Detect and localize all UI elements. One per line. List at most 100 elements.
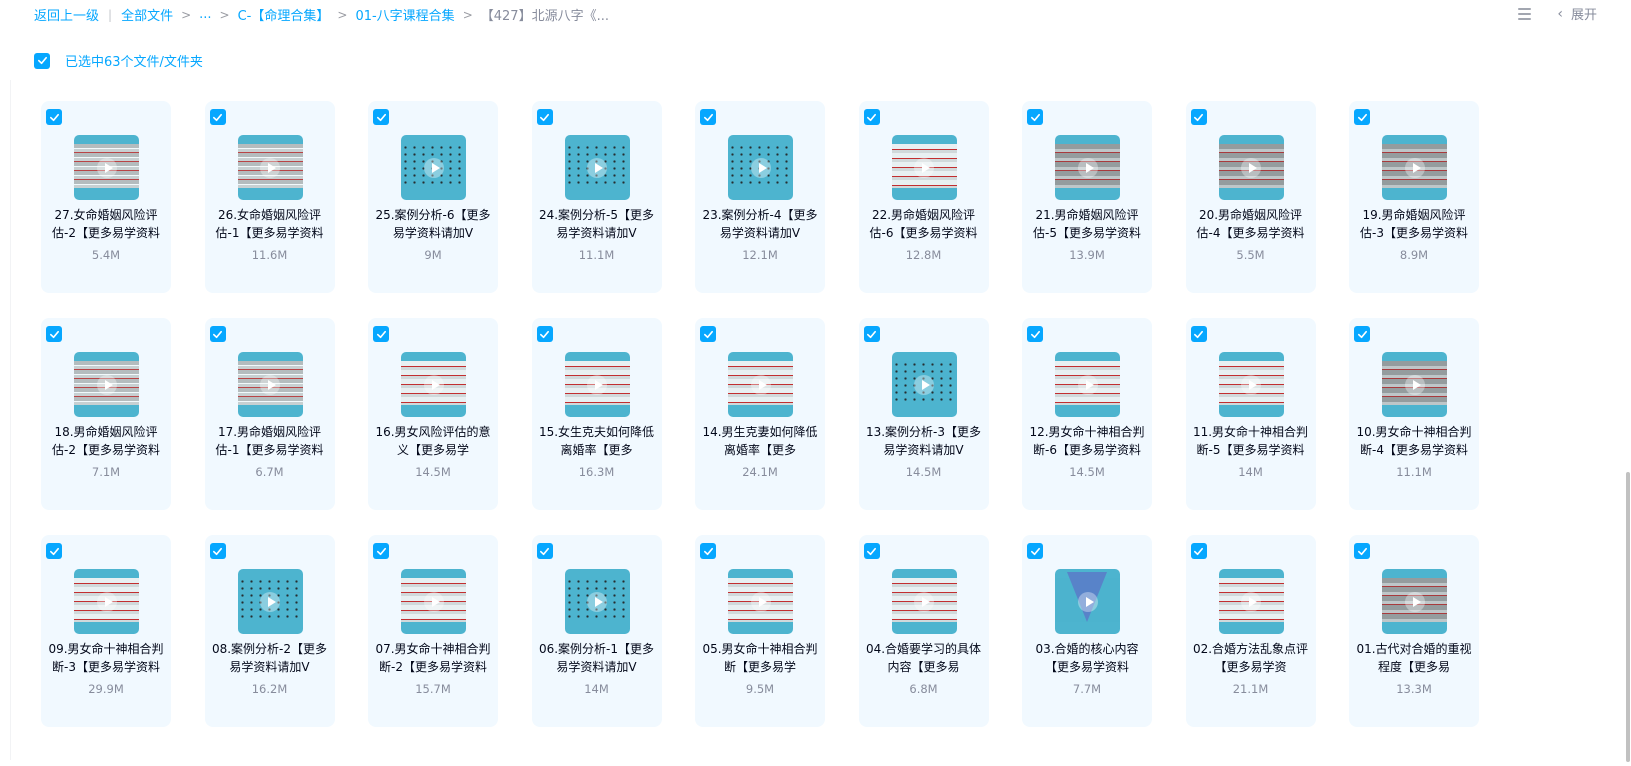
file-name[interactable]: 06.案例分析-1【更多易学资料请加V xyxy=(538,640,656,676)
file-card[interactable]: 25.案例分析-6【更多易学资料请加V 9M xyxy=(368,101,498,293)
video-thumbnail[interactable] xyxy=(564,569,630,634)
file-checkbox[interactable] xyxy=(209,543,226,559)
file-card[interactable]: 13.案例分析-3【更多易学资料请加V 14.5M xyxy=(858,318,989,510)
file-card[interactable]: 16.男女风险评估的意义【更多易学 14.5M xyxy=(368,318,498,510)
file-card[interactable]: 19.男命婚姻风险评估-3【更多易学资料请加V 8.9M xyxy=(1349,101,1479,293)
video-thumbnail[interactable] xyxy=(401,352,466,417)
file-card[interactable]: 07.男女命十神相合判断-2【更多易学资料 15.7M xyxy=(368,535,498,727)
back-link[interactable]: 返回上一级 xyxy=(34,5,99,24)
file-checkbox[interactable] xyxy=(1354,543,1370,559)
breadcrumb-all-files[interactable]: 全部文件 xyxy=(121,5,173,24)
file-card[interactable]: 21.男命婚姻风险评估-5【更多易学资料请加V 13.9M xyxy=(1022,101,1152,293)
file-name[interactable]: 17.男命婚姻风险评估-1【更多易学资料请加V xyxy=(211,423,329,459)
video-thumbnail[interactable] xyxy=(74,569,139,634)
file-name[interactable]: 16.男女风险评估的意义【更多易学 xyxy=(374,423,492,459)
scrollbar-thumb[interactable] xyxy=(1626,472,1630,762)
file-name[interactable]: 03.合婚的核心内容【更多易学资料 xyxy=(1028,640,1146,676)
video-thumbnail[interactable] xyxy=(728,569,793,634)
file-name[interactable]: 09.男女命十神相合判断-3【更多易学资料 xyxy=(47,640,165,676)
file-name[interactable]: 27.女命婚姻风险评估-2【更多易学资料请加V xyxy=(47,206,165,242)
video-thumbnail[interactable] xyxy=(1218,569,1284,634)
file-name[interactable]: 18.男命婚姻风险评估-2【更多易学资料请加V xyxy=(47,423,165,459)
file-name[interactable]: 02.合婚方法乱象点评【更多易学资 xyxy=(1192,640,1310,676)
file-card[interactable]: 18.男命婚姻风险评估-2【更多易学资料请加V 7.1M xyxy=(41,318,171,510)
file-checkbox[interactable] xyxy=(536,109,553,125)
file-name[interactable]: 19.男命婚姻风险评估-3【更多易学资料请加V xyxy=(1355,206,1473,242)
video-thumbnail[interactable] xyxy=(401,569,466,634)
file-name[interactable]: 15.女生克夫如何降低离婚率【更多 xyxy=(538,423,656,459)
file-name[interactable]: 01.古代对合婚的重视程度【更多易 xyxy=(1355,640,1473,676)
video-thumbnail[interactable] xyxy=(891,135,957,200)
file-card[interactable]: 10.男女命十神相合判断-4【更多易学资料 11.1M xyxy=(1349,318,1479,510)
file-card[interactable]: 04.合婚要学习的具体内容【更多易 6.8M xyxy=(858,535,989,727)
expand-button[interactable]: 展开 xyxy=(1571,4,1597,23)
file-card[interactable]: 11.男女命十神相合判断-5【更多易学资料 14M xyxy=(1185,318,1316,510)
file-card[interactable]: 02.合婚方法乱象点评【更多易学资 21.1M xyxy=(1185,535,1316,727)
file-card[interactable]: 14.男生克妻如何降低离婚率【更多 24.1M xyxy=(695,318,825,510)
file-name[interactable]: 07.男女命十神相合判断-2【更多易学资料 xyxy=(374,640,492,676)
video-thumbnail[interactable] xyxy=(891,352,957,417)
file-name[interactable]: 05.男女命十神相合判断【更多易学 xyxy=(701,640,819,676)
breadcrumb-ellipsis[interactable]: ... xyxy=(199,7,211,22)
chevron-left-icon[interactable]: ‹ xyxy=(1557,6,1563,22)
file-name[interactable]: 25.案例分析-6【更多易学资料请加V xyxy=(374,206,492,242)
file-checkbox[interactable] xyxy=(863,109,880,125)
file-name[interactable]: 12.男女命十神相合判断-6【更多易学资料 xyxy=(1028,423,1146,459)
file-name[interactable]: 23.案例分析-4【更多易学资料请加V xyxy=(701,206,819,242)
file-card[interactable]: 17.男命婚姻风险评估-1【更多易学资料请加V 6.7M xyxy=(204,318,335,510)
file-name[interactable]: 10.男女命十神相合判断-4【更多易学资料 xyxy=(1355,423,1473,459)
file-card[interactable]: 09.男女命十神相合判断-3【更多易学资料 29.9M xyxy=(41,535,171,727)
file-card[interactable]: 03.合婚的核心内容【更多易学资料 7.7M xyxy=(1022,535,1152,727)
breadcrumb-item-c[interactable]: C-【命理合集】 xyxy=(238,5,330,24)
file-name[interactable]: 04.合婚要学习的具体内容【更多易 xyxy=(865,640,983,676)
file-card[interactable]: 23.案例分析-4【更多易学资料请加V 12.1M xyxy=(695,101,825,293)
file-checkbox[interactable] xyxy=(46,109,62,125)
file-checkbox[interactable] xyxy=(1190,326,1207,342)
video-thumbnail[interactable] xyxy=(564,352,630,417)
video-thumbnail[interactable] xyxy=(401,135,466,200)
file-name[interactable]: 26.女命婚姻风险评估-1【更多易学资料请加V xyxy=(211,206,329,242)
video-thumbnail[interactable] xyxy=(1055,352,1120,417)
file-name[interactable]: 14.男生克妻如何降低离婚率【更多 xyxy=(701,423,819,459)
file-card[interactable]: 27.女命婚姻风险评估-2【更多易学资料请加V 5.4M xyxy=(41,101,171,293)
video-thumbnail[interactable] xyxy=(728,352,793,417)
file-checkbox[interactable] xyxy=(209,326,226,342)
scrollbar[interactable] xyxy=(1625,0,1631,766)
video-thumbnail[interactable] xyxy=(1218,135,1284,200)
file-name[interactable]: 13.案例分析-3【更多易学资料请加V xyxy=(865,423,983,459)
file-checkbox[interactable] xyxy=(209,109,226,125)
file-name[interactable]: 11.男女命十神相合判断-5【更多易学资料 xyxy=(1192,423,1310,459)
list-view-icon[interactable] xyxy=(1517,7,1533,21)
file-checkbox[interactable] xyxy=(1027,326,1043,342)
file-name[interactable]: 20.男命婚姻风险评估-4【更多易学资料请加V xyxy=(1192,206,1310,242)
file-checkbox[interactable] xyxy=(46,543,62,559)
file-name[interactable]: 22.男命婚姻风险评估-6【更多易学资料请加V xyxy=(865,206,983,242)
file-card[interactable]: 26.女命婚姻风险评估-1【更多易学资料请加V 11.6M xyxy=(204,101,335,293)
file-checkbox[interactable] xyxy=(536,326,553,342)
breadcrumb-item-bazi[interactable]: 01-八字课程合集 xyxy=(355,5,454,24)
file-checkbox[interactable] xyxy=(1354,109,1370,125)
video-thumbnail[interactable] xyxy=(1055,135,1120,200)
file-card[interactable]: 20.男命婚姻风险评估-4【更多易学资料请加V 5.5M xyxy=(1185,101,1316,293)
file-checkbox[interactable] xyxy=(1027,109,1043,125)
file-checkbox[interactable] xyxy=(373,326,389,342)
video-thumbnail[interactable] xyxy=(891,569,957,634)
file-checkbox[interactable] xyxy=(700,543,716,559)
file-checkbox[interactable] xyxy=(700,109,716,125)
file-checkbox[interactable] xyxy=(373,109,389,125)
video-thumbnail[interactable] xyxy=(237,352,303,417)
video-thumbnail[interactable] xyxy=(1382,569,1447,634)
file-checkbox[interactable] xyxy=(536,543,553,559)
file-checkbox[interactable] xyxy=(1354,326,1370,342)
file-name[interactable]: 08.案例分析-2【更多易学资料请加V xyxy=(211,640,329,676)
file-card[interactable]: 01.古代对合婚的重视程度【更多易 13.3M xyxy=(1349,535,1479,727)
file-checkbox[interactable] xyxy=(863,543,880,559)
file-checkbox[interactable] xyxy=(46,326,62,342)
video-thumbnail[interactable] xyxy=(1382,135,1447,200)
file-card[interactable]: 06.案例分析-1【更多易学资料请加V 14M xyxy=(531,535,662,727)
video-thumbnail[interactable] xyxy=(74,135,139,200)
video-thumbnail[interactable] xyxy=(564,135,630,200)
video-thumbnail[interactable] xyxy=(1382,352,1447,417)
file-name[interactable]: 24.案例分析-5【更多易学资料请加V xyxy=(538,206,656,242)
select-all-checkbox[interactable] xyxy=(34,52,50,69)
